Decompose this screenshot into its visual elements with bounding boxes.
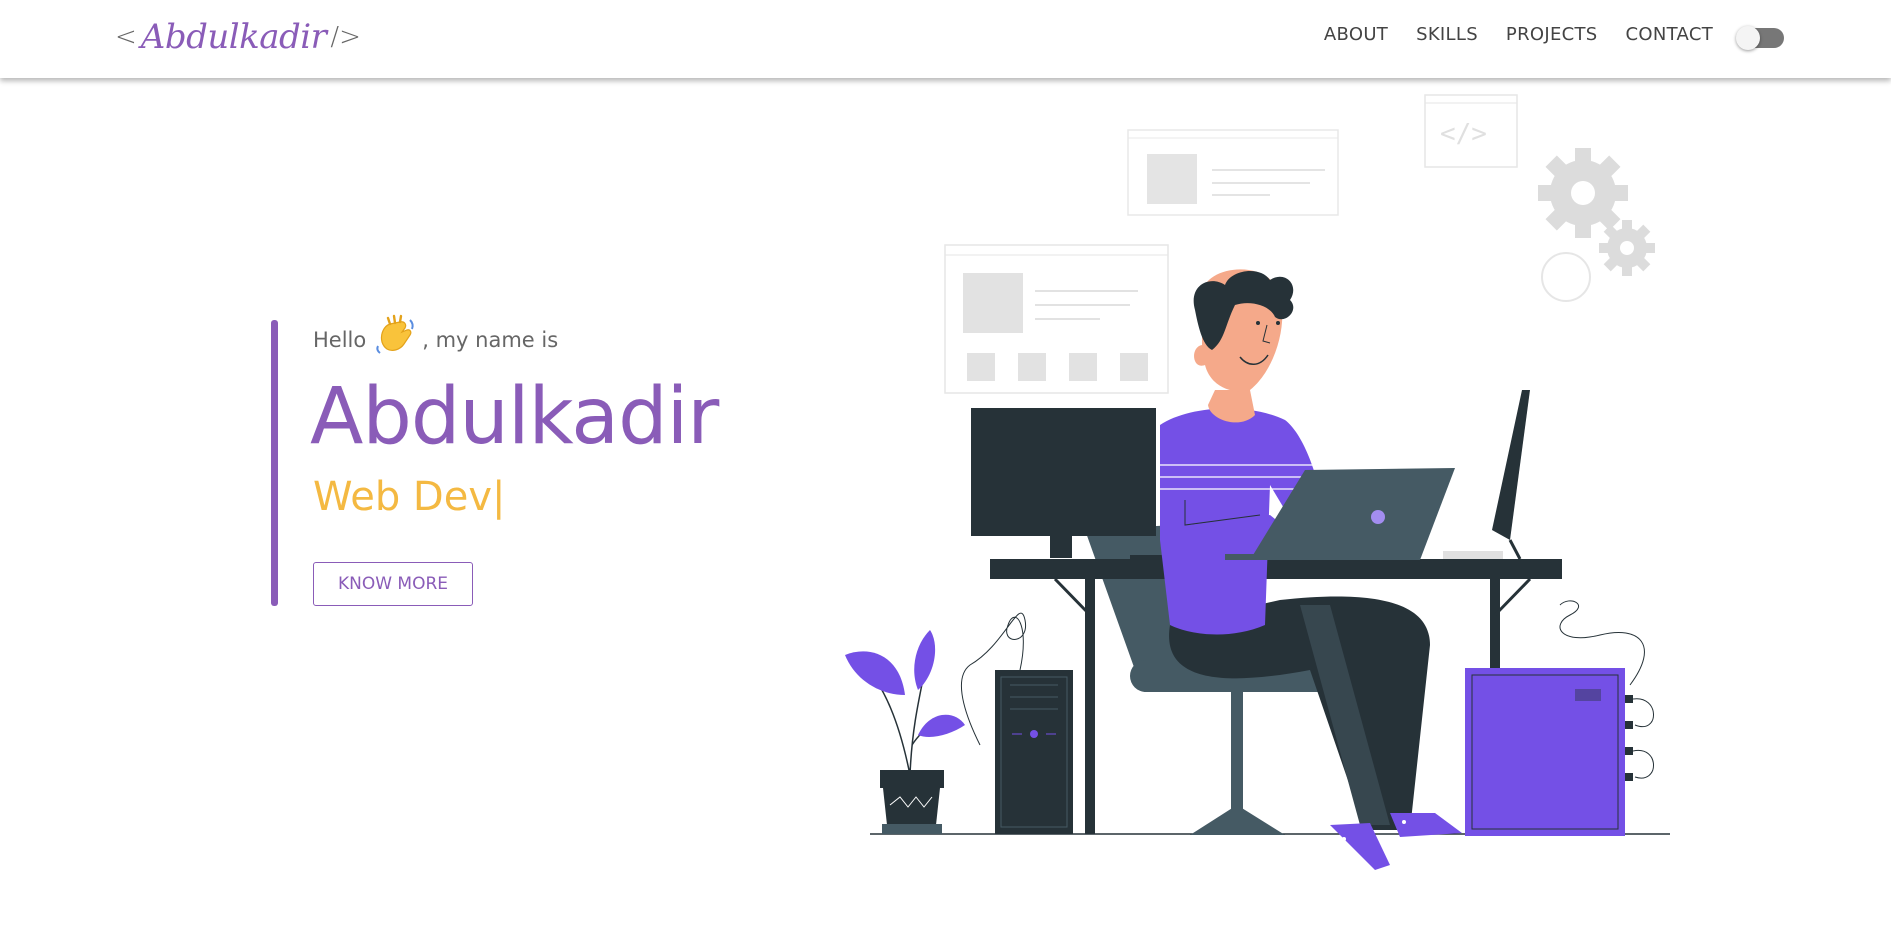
hero-role: Web Dev|: [313, 474, 506, 520]
gear-icon: [1538, 148, 1655, 302]
svg-text:</>: </>: [1440, 119, 1487, 149]
navbar: < Abdulkadir /> ABOUT SKILLS PROJECTS CO…: [0, 0, 1891, 78]
theme-toggle-knob: [1736, 26, 1760, 50]
nav-contact[interactable]: CONTACT: [1626, 24, 1713, 45]
nav-about[interactable]: ABOUT: [1324, 24, 1388, 45]
monitor-right: [1443, 390, 1530, 560]
typing-cursor: |: [492, 474, 506, 520]
brand-open-bracket: <: [115, 22, 137, 52]
hero-accent-bar: [271, 320, 278, 606]
background-window-left: [944, 244, 1169, 394]
greeting: Hello , my name is: [313, 314, 559, 362]
nav-skills[interactable]: SKILLS: [1416, 24, 1478, 45]
waving-hand-icon: [374, 312, 418, 356]
hero-name: Abdulkadir: [310, 372, 719, 462]
background-window-top: [1127, 129, 1339, 216]
greeting-suffix: , my name is: [422, 328, 559, 352]
brand-logo[interactable]: < Abdulkadir />: [115, 12, 361, 62]
plant-icon: [845, 630, 965, 834]
brand-close-bracket: />: [330, 22, 361, 52]
hero-role-text: Web Dev: [313, 474, 493, 520]
nav-menu: ABOUT SKILLS PROJECTS CONTACT: [1324, 24, 1713, 45]
theme-toggle[interactable]: [1736, 26, 1784, 50]
know-more-button[interactable]: KNOW MORE: [313, 562, 473, 606]
nav-projects[interactable]: PROJECTS: [1506, 24, 1598, 45]
greeting-prefix: Hello: [313, 328, 367, 352]
brand-name: Abdulkadir: [140, 17, 327, 57]
developer-illustration: </>: [845, 94, 1670, 870]
pc-tower-left: [960, 612, 1073, 834]
background-window-code: </>: [1424, 94, 1518, 168]
